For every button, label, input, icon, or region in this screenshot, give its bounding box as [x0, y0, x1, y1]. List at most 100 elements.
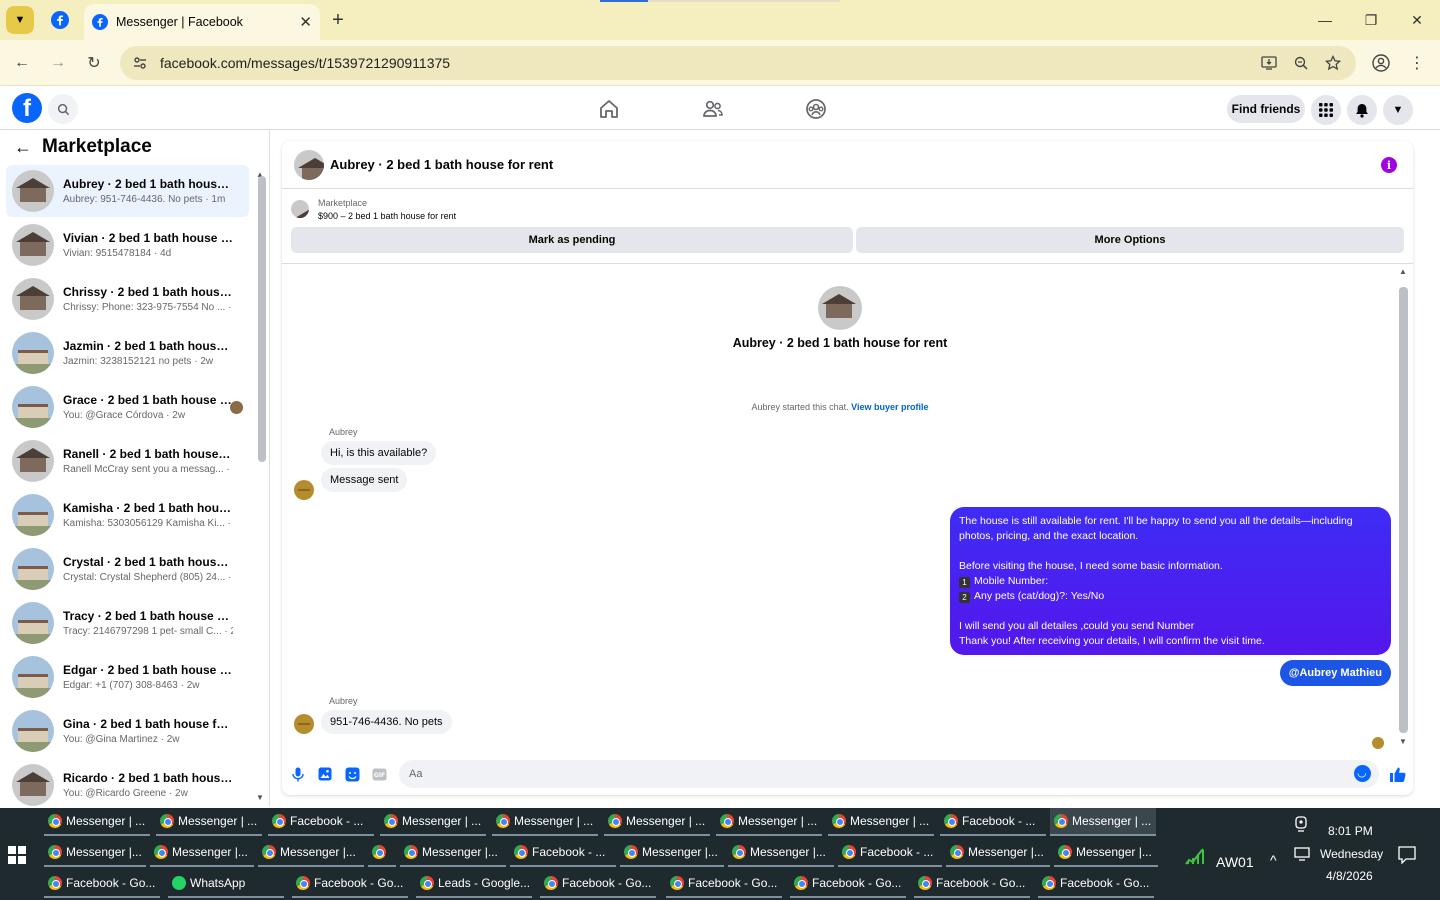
- outgoing-message[interactable]: The house is still available for rent. I…: [950, 507, 1391, 655]
- show-hidden-icons-chevron-icon[interactable]: ^: [1270, 852, 1277, 868]
- incoming-message[interactable]: Message sent: [321, 468, 408, 492]
- bookmark-star-icon[interactable]: [1324, 54, 1342, 72]
- windows-start-icon[interactable]: [8, 846, 26, 864]
- listing-price-title[interactable]: $900 – 2 bed 1 bath house for rent: [318, 211, 456, 221]
- taskbar-window-button[interactable]: Facebook - ...: [838, 839, 942, 867]
- taskbar-window-button[interactable]: Messenger |...: [728, 839, 834, 867]
- info-icon[interactable]: i: [1381, 157, 1397, 173]
- network-signal-icon[interactable]: [1184, 844, 1206, 866]
- buyer-avatar[interactable]: [818, 286, 862, 330]
- forward-button[interactable]: →: [45, 50, 71, 76]
- incoming-message[interactable]: 951-746-4436. No pets: [321, 710, 452, 734]
- taskbar-window-button[interactable]: Facebook - ...: [268, 808, 374, 836]
- chat-scrollbar[interactable]: [1399, 287, 1408, 733]
- conversation-item[interactable]: Chrissy · 2 bed 1 bath house for... Chris…: [6, 273, 249, 325]
- chat-avatar[interactable]: [294, 149, 324, 180]
- conversation-item[interactable]: Gina · 2 bed 1 bath house for rent You: @…: [6, 705, 249, 757]
- conversation-item[interactable]: Grace · 2 bed 1 bath house fo... You: @Gr…: [6, 381, 249, 433]
- chat-scroll-down-arrow-icon[interactable]: ▼: [1399, 737, 1407, 746]
- photo-icon[interactable]: [317, 766, 333, 782]
- taskbar-window-button[interactable]: Messenger | ...: [156, 808, 262, 836]
- taskbar-window-button[interactable]: Facebook - Go...: [292, 870, 408, 898]
- sticker-icon[interactable]: [344, 766, 360, 782]
- gif-icon[interactable]: GIF: [371, 766, 387, 782]
- taskbar-window-button[interactable]: Messenger | ...: [380, 808, 486, 836]
- conversation-item[interactable]: Ranell · 2 bed 1 bath house for r... Rane…: [6, 435, 249, 487]
- conversation-item[interactable]: Tracy · 2 bed 1 bath house for r... Tracy…: [6, 597, 249, 649]
- conversation-item[interactable]: Aubrey · 2 bed 1 bath house for... Aubrey…: [6, 165, 249, 217]
- close-window-button[interactable]: ✕: [1402, 8, 1432, 32]
- mark-as-pending-button[interactable]: Mark as pending: [291, 227, 853, 253]
- minimize-button[interactable]: ―: [1310, 8, 1340, 32]
- network-display-icon[interactable]: [1294, 846, 1312, 865]
- sender-avatar[interactable]: [294, 480, 314, 500]
- profile-icon[interactable]: [1368, 50, 1394, 76]
- home-icon[interactable]: [594, 95, 624, 123]
- taskbar-window-button[interactable]: Messenger | ...: [492, 808, 598, 836]
- taskbar-window-button[interactable]: Messenger |...: [44, 839, 146, 867]
- clock-day[interactable]: Wednesday: [1320, 847, 1383, 861]
- taskbar-window-button[interactable]: Facebook - Go...: [540, 870, 656, 898]
- conversation-item[interactable]: Crystal · 2 bed 1 bath house for ... Crys…: [6, 543, 249, 595]
- taskbar-window-button[interactable]: Facebook - ...: [510, 839, 616, 867]
- maximize-button[interactable]: ❐: [1356, 8, 1386, 32]
- back-button[interactable]: ←: [9, 50, 35, 76]
- taskbar-window-button[interactable]: Facebook - Go...: [44, 870, 160, 898]
- tab-close-icon[interactable]: ✕: [299, 13, 312, 31]
- address-bar[interactable]: facebook.com/messages/t/1539721290911375: [120, 46, 1356, 80]
- new-tab-button[interactable]: +: [326, 8, 350, 32]
- taskbar-window-button[interactable]: Messenger | ...: [716, 808, 822, 836]
- zoom-icon[interactable]: [1292, 54, 1310, 72]
- view-buyer-profile-link[interactable]: View buyer profile: [851, 402, 928, 412]
- chat-scroll-up-arrow-icon[interactable]: ▲: [1399, 267, 1407, 276]
- taskbar-window-button[interactable]: Messenger |...: [258, 839, 364, 867]
- mention-message[interactable]: @Aubrey Mathieu: [1279, 660, 1391, 686]
- taskbar-window-button[interactable]: Messenger | ...: [828, 808, 934, 836]
- listing-thumbnail[interactable]: [291, 200, 309, 218]
- scroll-down-arrow-icon[interactable]: ▼: [256, 793, 264, 802]
- conversation-item[interactable]: Ricardo · 2 bed 1 bath house fo... You: @…: [6, 759, 249, 806]
- taskbar-window-button[interactable]: Facebook - Go...: [790, 870, 906, 898]
- install-app-icon[interactable]: [1260, 54, 1278, 72]
- taskbar-window-button[interactable]: Facebook - Go...: [1038, 870, 1154, 898]
- conversation-item[interactable]: Kamisha · 2 bed 1 bath house f... Kamisha…: [6, 489, 249, 541]
- taskbar-window-button[interactable]: Messenger |...: [400, 839, 506, 867]
- taskbar-window-button[interactable]: WhatsApp: [168, 870, 284, 898]
- meet-now-icon[interactable]: [1294, 816, 1308, 835]
- browser-menu-icon[interactable]: ⋮: [1404, 50, 1430, 76]
- conversation-item[interactable]: Edgar · 2 bed 1 bath house for r... Edgar…: [6, 651, 249, 703]
- url-text[interactable]: facebook.com/messages/t/1539721290911375: [160, 55, 450, 71]
- reload-button[interactable]: ↻: [81, 50, 107, 76]
- taskbar-window-button[interactable]: Messenger | ...: [604, 808, 710, 836]
- taskbar-window-button[interactable]: Facebook - Go...: [666, 870, 782, 898]
- clock-time[interactable]: 8:01 PM: [1328, 824, 1373, 838]
- conversation-list-scrollbar[interactable]: [258, 176, 266, 462]
- incoming-message[interactable]: Hi, is this available?: [321, 441, 437, 465]
- more-options-button[interactable]: More Options: [856, 227, 1404, 253]
- find-friends-button[interactable]: Find friends: [1227, 95, 1305, 123]
- tab-messenger[interactable]: Messenger | Facebook ✕: [84, 4, 320, 40]
- taskbar-window-button[interactable]: Messenger |...: [150, 839, 254, 867]
- site-settings-icon[interactable]: [132, 55, 148, 71]
- conversation-item[interactable]: Vivian · 2 bed 1 bath house for r... Vivi…: [6, 219, 249, 271]
- back-arrow-icon[interactable]: ←: [14, 137, 32, 158]
- groups-icon[interactable]: [801, 95, 831, 123]
- taskbar-window-button[interactable]: Messenger | ...: [44, 808, 150, 836]
- taskbar-window-button[interactable]: [368, 839, 396, 867]
- taskbar-window-button[interactable]: Facebook - Go...: [914, 870, 1030, 898]
- notifications-bell-icon[interactable]: [1347, 95, 1377, 125]
- taskbar-window-button[interactable]: Messenger | ...: [1050, 808, 1156, 836]
- emoji-icon[interactable]: [1354, 765, 1371, 782]
- taskbar-window-button[interactable]: Facebook - ...: [940, 808, 1046, 836]
- tab-search-dropdown-icon[interactable]: ▼: [6, 6, 34, 34]
- network-label[interactable]: AW01: [1216, 854, 1254, 870]
- message-input[interactable]: Aa: [399, 760, 1379, 788]
- chat-title[interactable]: Aubrey · 2 bed 1 bath house for rent: [330, 157, 553, 172]
- thumbs-up-like-icon[interactable]: [1387, 764, 1407, 784]
- menu-grid-icon[interactable]: [1311, 95, 1341, 125]
- taskbar-window-button[interactable]: Messenger |...: [946, 839, 1050, 867]
- account-dropdown-icon[interactable]: ▼: [1383, 95, 1413, 125]
- facebook-logo-icon[interactable]: f: [12, 93, 42, 123]
- taskbar-window-button[interactable]: Messenger |...: [1054, 839, 1158, 867]
- taskbar-window-button[interactable]: Messenger |...: [620, 839, 724, 867]
